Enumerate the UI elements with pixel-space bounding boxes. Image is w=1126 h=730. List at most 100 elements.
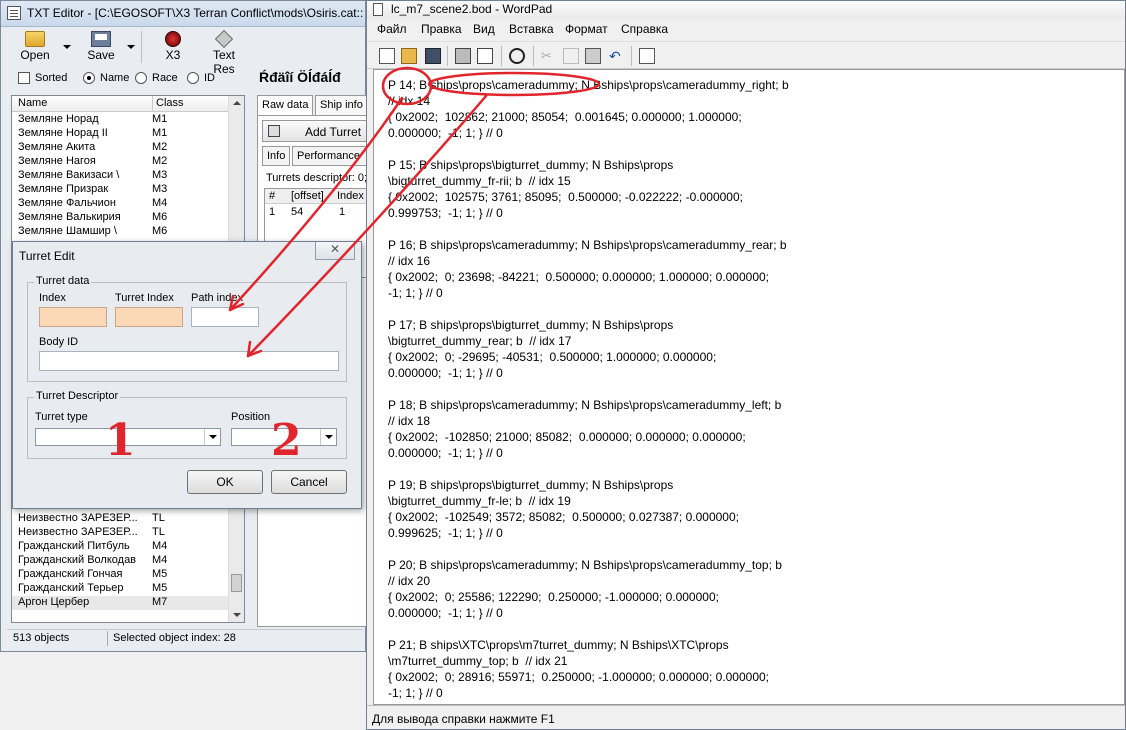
list-item-name: Земляне Норад bbox=[18, 113, 99, 125]
turret-edit-dialog: Turret Edit ✕ Turret data Index Turret I… bbox=[12, 241, 362, 509]
add-turret-button[interactable]: Add Turret bbox=[262, 120, 372, 142]
text-res-button[interactable]: Text Res bbox=[201, 29, 247, 76]
list-item[interactable]: Неизвестно ЗАРЕЗЕР... TL bbox=[12, 526, 230, 540]
folder-open-icon[interactable] bbox=[401, 48, 417, 64]
list-item[interactable]: Гражданский Волкодав M4 bbox=[12, 554, 230, 568]
tab-performance[interactable]: Performance bbox=[292, 146, 372, 166]
document-line: 0.000000; -1; 1; } // 0 bbox=[388, 366, 503, 380]
tab-info[interactable]: Info bbox=[262, 146, 291, 166]
gear-icon bbox=[214, 29, 234, 49]
chevron-down-icon[interactable] bbox=[320, 429, 336, 445]
list-item-class: TL bbox=[152, 512, 165, 524]
scroll-thumb[interactable] bbox=[231, 574, 242, 592]
document-line: -1; 1; } // 0 bbox=[388, 286, 443, 300]
column-header-name[interactable]: Name bbox=[18, 97, 47, 109]
document-line: P 15; B ships\props\bigturret_dummy; N B… bbox=[388, 158, 674, 172]
list-item-class: M4 bbox=[152, 197, 168, 209]
list-item[interactable]: Земляне Акита M2 bbox=[12, 141, 230, 155]
table-row[interactable]: 1 54 1 bbox=[265, 206, 369, 220]
path-index-field[interactable] bbox=[191, 307, 259, 327]
list-item[interactable]: Гражданский Питбуль M4 bbox=[12, 540, 230, 554]
race-radio[interactable] bbox=[135, 72, 147, 84]
copy-icon[interactable] bbox=[563, 48, 579, 64]
print-icon[interactable] bbox=[455, 48, 471, 64]
document-line: P 16; B ships\props\cameradummy; N Bship… bbox=[388, 238, 787, 252]
menu-help[interactable]: Справка bbox=[621, 22, 668, 36]
menu-view[interactable]: Вид bbox=[473, 22, 495, 36]
menu-insert[interactable]: Вставка bbox=[509, 22, 554, 36]
list-item[interactable]: Земляне Фальчион M4 bbox=[12, 197, 230, 211]
tab-ship-info[interactable]: Ship info bbox=[315, 95, 367, 115]
document-line: // idx 16 bbox=[388, 254, 431, 268]
open-button[interactable]: Open bbox=[15, 31, 55, 65]
scroll-up-arrow[interactable] bbox=[233, 101, 241, 105]
list-item[interactable]: Гражданский Гончая M5 bbox=[12, 568, 230, 582]
document-line: P 19; B ships\props\bigturret_dummy; N B… bbox=[388, 478, 674, 492]
open-dropdown-arrow[interactable] bbox=[63, 45, 71, 49]
window-title: TXT Editor - [C:\EGOSOFT\X3 Terran Confl… bbox=[27, 6, 364, 20]
paste-icon[interactable] bbox=[585, 48, 601, 64]
column-header-class[interactable]: Class bbox=[152, 96, 184, 111]
list-item-name: Гражданский Гончая bbox=[18, 568, 123, 580]
document-line: P 17; B ships\props\bigturret_dummy; N B… bbox=[388, 318, 674, 332]
tab-raw-data[interactable]: Raw data bbox=[257, 95, 314, 115]
index-field[interactable] bbox=[39, 307, 107, 327]
chevron-down-icon[interactable] bbox=[204, 429, 220, 445]
find-binoculars-icon[interactable] bbox=[509, 48, 525, 64]
insert-object-icon[interactable] bbox=[639, 48, 655, 64]
menu-file[interactable]: Файл bbox=[377, 22, 407, 36]
turret-index-field[interactable] bbox=[115, 307, 183, 327]
list-item[interactable]: Земляне Валькирия M6 bbox=[12, 211, 230, 225]
document-line: { 0x2002; 0; 28916; 55971; 0.250000; -1.… bbox=[388, 670, 769, 684]
name-radio[interactable] bbox=[83, 72, 95, 84]
turret-type-label: Turret type bbox=[35, 411, 88, 423]
menu-bar: Файл Правка Вид Вставка Формат Справка bbox=[367, 19, 1125, 39]
document-line: P 14; B ships\props\cameradummy; N Bship… bbox=[388, 78, 789, 92]
wordpad-titlebar[interactable]: lc_m7_scene2.bod - WordPad bbox=[367, 1, 1125, 19]
list-item-name: Земляне Акита bbox=[18, 141, 96, 153]
document-line: \m7turret_dummy_top; b // idx 21 bbox=[388, 654, 568, 668]
save-button[interactable]: Save bbox=[81, 31, 121, 65]
floppy-disk-icon[interactable] bbox=[425, 48, 441, 64]
list-item[interactable]: Неизвестно ЗАРЕЗЕР... TL bbox=[12, 512, 230, 526]
wordpad-window: lc_m7_scene2.bod - WordPad Файл Правка В… bbox=[366, 0, 1126, 730]
race-label: Race bbox=[152, 72, 178, 84]
list-item[interactable]: Земляне Призрак M3 bbox=[12, 183, 230, 197]
sorted-checkbox[interactable] bbox=[18, 72, 30, 84]
list-item-class: M6 bbox=[152, 211, 168, 223]
print-preview-icon[interactable] bbox=[477, 48, 493, 64]
list-item[interactable]: Гражданский Терьер M5 bbox=[12, 582, 230, 596]
cut-icon[interactable]: ✂ bbox=[541, 48, 557, 64]
document-area[interactable]: P 14; B ships\props\cameradummy; N Bship… bbox=[373, 69, 1125, 705]
new-document-icon[interactable] bbox=[379, 48, 395, 64]
x3-button[interactable]: X3 bbox=[157, 31, 189, 65]
menu-format[interactable]: Формат bbox=[565, 22, 608, 36]
scroll-down-arrow[interactable] bbox=[233, 613, 241, 617]
menu-edit[interactable]: Правка bbox=[421, 22, 462, 36]
name-label: Name bbox=[100, 72, 130, 84]
close-icon[interactable]: ✕ bbox=[315, 242, 355, 260]
list-item[interactable]: Аргон Цербер M7 bbox=[12, 596, 230, 610]
undo-icon[interactable]: ↶ bbox=[609, 48, 625, 64]
cancel-button[interactable]: Cancel bbox=[271, 470, 347, 494]
ok-button[interactable]: OK bbox=[187, 470, 263, 494]
list-item[interactable]: Земляне Нагоя M2 bbox=[12, 155, 230, 169]
save-dropdown-arrow[interactable] bbox=[127, 45, 135, 49]
list-item-class: M2 bbox=[152, 141, 168, 153]
list-item-class: M2 bbox=[152, 155, 168, 167]
position-label: Position bbox=[231, 411, 271, 423]
list-item[interactable]: Земляне Вакизаси \ M3 bbox=[12, 169, 230, 183]
document-line: \bigturret_dummy_fr-le; b // idx 19 bbox=[388, 494, 571, 508]
body-id-field[interactable] bbox=[39, 351, 339, 371]
txt-editor-titlebar[interactable]: TXT Editor - [C:\EGOSOFT\X3 Terran Confl… bbox=[1, 1, 365, 27]
list-item-name: Земляне Норад II bbox=[18, 127, 108, 139]
id-radio[interactable] bbox=[187, 72, 199, 84]
list-item[interactable]: Земляне Норад M1 bbox=[12, 113, 230, 127]
list-item[interactable]: Земляне Норад II M1 bbox=[12, 127, 230, 141]
list-item-name: Гражданский Терьер bbox=[18, 582, 124, 594]
document-line: -1; 1; } // 0 bbox=[388, 686, 443, 700]
list-item-class: M6 bbox=[152, 225, 168, 237]
path-index-label: Path index bbox=[191, 292, 243, 304]
document-line: P 18; B ships\props\cameradummy; N Bship… bbox=[388, 398, 782, 412]
list-item[interactable]: Земляне Шамшир \ M6 bbox=[12, 225, 230, 239]
